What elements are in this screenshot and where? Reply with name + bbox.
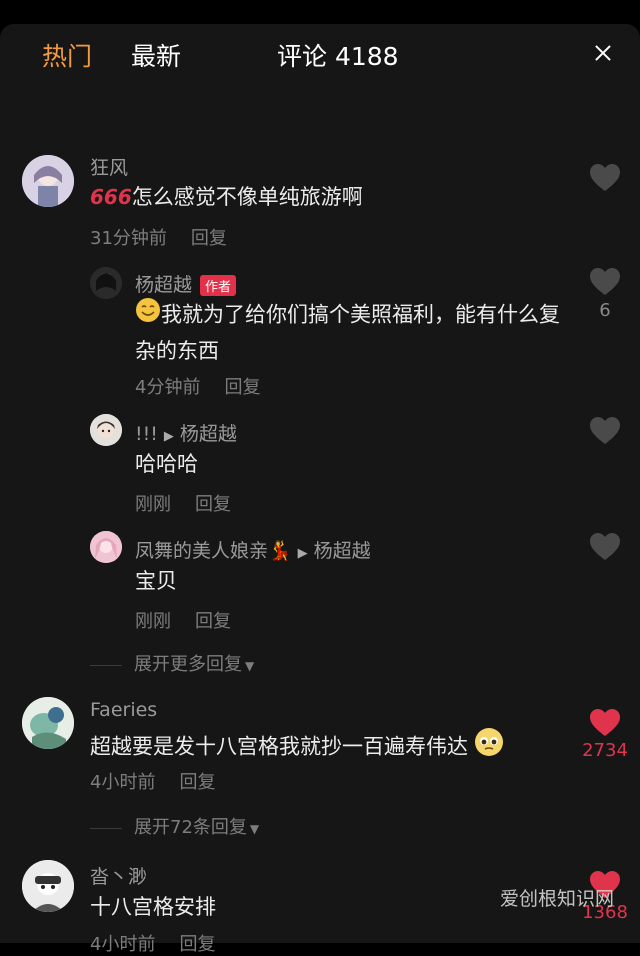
reply-meta: 刚刚 回复 — [135, 611, 231, 632]
reply-text: 哈哈哈 — [135, 452, 198, 476]
tab-hot[interactable]: 热门 — [42, 37, 92, 73]
tab-new[interactable]: 最新 — [131, 37, 181, 73]
comment-author[interactable]: 沓丶渺 — [90, 862, 147, 889]
watermark: 爱创根知识网 — [500, 888, 615, 910]
like-count: 2734 — [582, 740, 628, 761]
comment-author[interactable]: Faeries — [90, 699, 157, 721]
comment-meta: 31分钟前 回复 — [90, 228, 227, 249]
emoji-666: 666 — [90, 185, 132, 209]
expand-more-replies[interactable]: 展开更多回复 ▼ — [90, 650, 254, 676]
avatar[interactable] — [90, 531, 122, 563]
reply-arrow-icon: ▶ — [163, 429, 174, 444]
avatar[interactable] — [22, 155, 74, 207]
close-icon[interactable] — [588, 38, 618, 68]
reply-text: 我就为了给你们搞个美照福利，能有什么复杂的东西 — [135, 297, 575, 369]
reply-button[interactable]: 回复 — [224, 377, 260, 398]
pleading-emoji-icon — [474, 727, 504, 768]
reply-author: 凤舞的美人娘亲💃 ▶ 杨超越 — [135, 540, 371, 562]
avatar[interactable] — [22, 697, 74, 749]
comments-count-title: 评论 4188 — [277, 42, 399, 71]
reply-button[interactable]: 回复 — [195, 494, 231, 515]
comment-meta: 4小时前 回复 — [90, 934, 216, 955]
reply-author: !!! ▶ 杨超越 — [135, 423, 237, 445]
avatar[interactable] — [90, 267, 122, 299]
reply-meta: 刚刚 回复 — [135, 494, 231, 515]
reply-author: 杨超越 作者 — [135, 270, 237, 297]
author-badge: 作者 — [200, 275, 237, 296]
chevron-down-icon: ▼ — [249, 822, 260, 836]
chevron-down-icon: ▼ — [245, 659, 255, 673]
reply-button[interactable]: 回复 — [191, 228, 227, 249]
reply-button[interactable]: 回复 — [179, 772, 215, 793]
comment-author[interactable]: 狂风 — [90, 153, 128, 180]
like-heart-icon[interactable] — [589, 416, 621, 446]
like-heart-icon[interactable] — [589, 267, 621, 297]
reply-button[interactable]: 回复 — [179, 934, 215, 955]
expand-replies[interactable]: 展开72条回复 ▼ — [90, 813, 259, 839]
comment-text: 十八宫格安排 — [90, 895, 216, 919]
avatar[interactable] — [90, 414, 122, 446]
reply-meta: 4分钟前 回复 — [135, 377, 261, 398]
like-heart-icon[interactable] — [589, 708, 621, 738]
reply-button[interactable]: 回复 — [195, 611, 231, 632]
comments-header: 热门 最新 评论 4188 — [0, 24, 640, 88]
avatar[interactable] — [22, 860, 74, 912]
like-heart-icon[interactable] — [589, 163, 621, 193]
comment-text: 666怎么感觉不像单纯旅游啊 — [90, 185, 363, 209]
reply-text: 宝贝 — [135, 569, 177, 593]
comment-text: 超越要是发十八宫格我就抄一百遍寿伟达 — [90, 727, 504, 768]
like-heart-icon[interactable] — [589, 532, 621, 562]
like-count: 6 — [599, 300, 611, 321]
smiling-emoji-icon — [135, 297, 161, 334]
reply-arrow-icon: ▶ — [297, 546, 308, 561]
comment-meta: 4小时前 回复 — [90, 772, 216, 793]
